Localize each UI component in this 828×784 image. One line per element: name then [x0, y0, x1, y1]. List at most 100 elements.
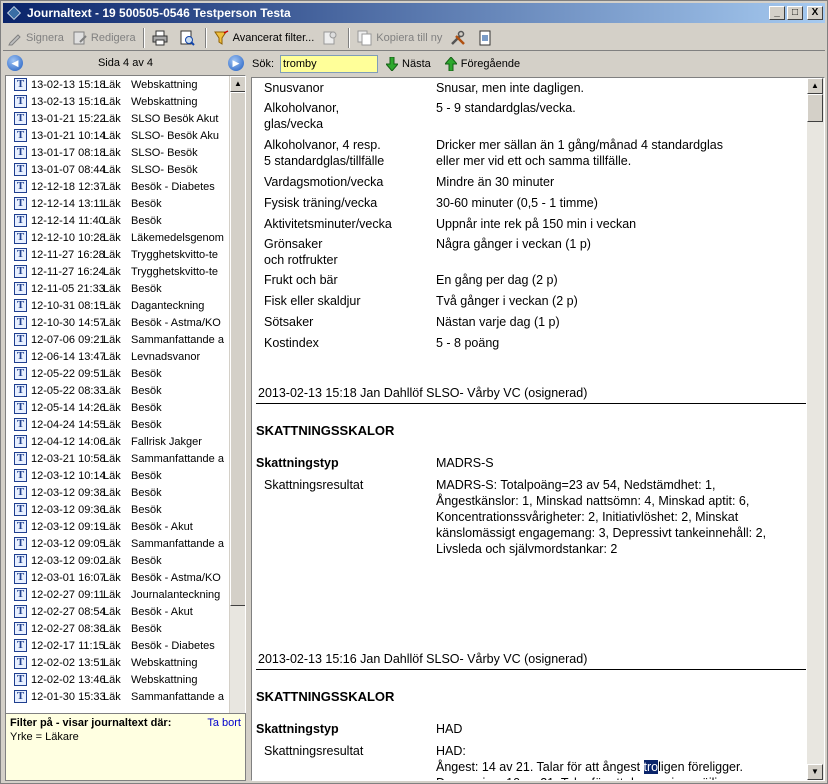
- list-item[interactable]: T 12-03-12 09:05 Läk Sammanfattande a: [6, 535, 245, 552]
- sign-button[interactable]: Signera: [3, 27, 68, 49]
- result-text: ligen föreligger.: [658, 760, 743, 774]
- list-item[interactable]: T 12-12-18 12:37 Läk Besök - Diabetes: [6, 178, 245, 195]
- entry-date: 12-07-06 09:21: [31, 333, 106, 346]
- list-item[interactable]: T 12-10-31 08:15 Läk Daganteckning: [6, 297, 245, 314]
- list-item[interactable]: T 12-03-12 09:38 Läk Besök: [6, 484, 245, 501]
- entry-profession: Läk: [103, 571, 121, 584]
- journal-text-view[interactable]: Snusvanor Snusar, men inte dagligen. Alk…: [251, 77, 825, 781]
- list-item[interactable]: T 12-11-05 21:33 Läk Besök: [6, 280, 245, 297]
- text-document-icon: T: [14, 95, 27, 108]
- list-item[interactable]: T 12-02-27 08:54 Läk Besök - Akut: [6, 603, 245, 620]
- entry-date: 12-05-22 09:51: [31, 367, 106, 380]
- list-item[interactable]: T 13-01-07 08:44 Läk SLSO- Besök: [6, 161, 245, 178]
- result-line: HAD:: [436, 744, 466, 758]
- list-item[interactable]: T 12-02-27 09:11 Läk Journalanteckning: [6, 586, 245, 603]
- list-item[interactable]: T 13-02-13 15:16 Läk Webskattning: [6, 93, 245, 110]
- entry-type: Webskattning: [131, 656, 198, 669]
- arrow-up-icon[interactable]: [444, 57, 457, 71]
- arrow-down-icon[interactable]: [386, 57, 399, 71]
- entry-date: 13-02-13 15:18: [31, 78, 106, 91]
- print-button[interactable]: [148, 27, 175, 49]
- list-item[interactable]: T 12-11-27 16:24 Läk Trygghetskvitto-te: [6, 263, 245, 280]
- text-document-icon: T: [14, 333, 27, 346]
- entry-profession: Läk: [103, 112, 121, 125]
- journal-list[interactable]: T 13-02-13 15:18 Läk Webskattning T 13-02…: [5, 75, 246, 753]
- journal-rows: T 13-02-13 15:18 Läk Webskattning T 13-02…: [6, 76, 245, 705]
- close-button[interactable]: X: [807, 6, 823, 20]
- list-item[interactable]: T 12-10-30 14:57 Läk Besök - Astma/KO: [6, 314, 245, 331]
- list-item[interactable]: T 12-11-27 16:28 Läk Trygghetskvitto-te: [6, 246, 245, 263]
- list-item[interactable]: T 12-04-24 14:55 Läk Besök: [6, 416, 245, 433]
- list-item[interactable]: T 12-05-22 09:51 Läk Besök: [6, 365, 245, 382]
- list-item[interactable]: T 12-12-14 11:40 Läk Besök: [6, 212, 245, 229]
- edit-icon: [73, 31, 87, 44]
- list-scrollbar[interactable]: ▲ ▼: [229, 76, 245, 752]
- section-heading: SKATTNINGSSKALOR: [256, 689, 395, 704]
- list-item[interactable]: T 12-07-06 09:21 Läk Sammanfattande a: [6, 331, 245, 348]
- list-item[interactable]: T 12-02-02 13:46 Läk Webskattning: [6, 671, 245, 688]
- list-item[interactable]: T 12-03-21 10:58 Läk Sammanfattande a: [6, 450, 245, 467]
- text-scrollbar[interactable]: ▲ ▼: [807, 78, 824, 780]
- entry-type: Webskattning: [131, 78, 198, 91]
- export-button[interactable]: [473, 27, 500, 49]
- entry-profession: Läk: [103, 333, 121, 346]
- scroll-thumb[interactable]: [230, 92, 245, 606]
- entry-date: 12-03-12 09:19: [31, 520, 106, 533]
- entry-profession: Läk: [103, 554, 121, 567]
- list-item[interactable]: T 12-01-30 15:33 Läk Sammanfattande a: [6, 688, 245, 705]
- list-item[interactable]: T 12-03-12 09:36 Läk Besök: [6, 501, 245, 518]
- list-item[interactable]: T 12-02-27 08:38 Läk Besök: [6, 620, 245, 637]
- copy-to-new-label: Kopiera till ny: [376, 31, 443, 44]
- advanced-filter-button[interactable]: Avancerat filter...: [210, 27, 319, 49]
- text-document-icon: T: [14, 163, 27, 176]
- list-item[interactable]: T 12-12-14 13:11 Läk Besök: [6, 195, 245, 212]
- entry-date: 12-12-10 10:28: [31, 231, 106, 244]
- list-item[interactable]: T 12-02-02 13:51 Läk Webskattning: [6, 654, 245, 671]
- list-item[interactable]: T 13-01-21 10:14 Läk SLSO- Besök Aku: [6, 127, 245, 144]
- edit-button[interactable]: Redigera: [68, 27, 140, 49]
- list-item[interactable]: T 13-01-17 08:18 Läk SLSO- Besök: [6, 144, 245, 161]
- text-document-icon: T: [14, 639, 27, 652]
- maximize-button[interactable]: □: [787, 6, 803, 20]
- scroll-thumb[interactable]: [807, 94, 823, 122]
- tools-button[interactable]: [446, 27, 473, 49]
- title-bar: Journaltext - 19 500505-0546 Testperson …: [3, 3, 825, 23]
- list-item[interactable]: T 12-12-10 10:28 Läk Läkemedelsgenom: [6, 229, 245, 246]
- minimize-button[interactable]: _: [769, 6, 785, 20]
- previous-match-button[interactable]: Föregående: [461, 58, 520, 70]
- copy-to-new-button[interactable]: Kopiera till ny: [353, 27, 446, 49]
- filter-clear-button[interactable]: [318, 27, 345, 49]
- list-item[interactable]: T 12-03-12 09:02 Läk Besök: [6, 552, 245, 569]
- list-item[interactable]: T 13-02-13 15:18 Läk Webskattning: [6, 76, 245, 93]
- text-document-icon: T: [14, 588, 27, 601]
- list-item[interactable]: T 12-05-14 14:26 Läk Besök: [6, 399, 245, 416]
- list-item[interactable]: T 12-03-12 10:14 Läk Besök: [6, 467, 245, 484]
- list-item[interactable]: T 12-04-12 14:06 Läk Fallrisk Jakger: [6, 433, 245, 450]
- filter-value: Yrke = Läkare: [10, 731, 79, 743]
- lifestyle-key: Aktivitetsminuter/vecka: [264, 217, 392, 231]
- list-item[interactable]: T 12-05-22 08:33 Läk Besök: [6, 382, 245, 399]
- scroll-down-icon[interactable]: ▼: [807, 764, 823, 780]
- previous-page-icon[interactable]: ◀: [7, 55, 23, 71]
- entry-type: Trygghetskvitto-te: [131, 248, 219, 261]
- list-item[interactable]: T 13-01-21 15:22 Läk SLSO Besök Akut: [6, 110, 245, 127]
- list-item[interactable]: T 12-03-01 16:07 Läk Besök - Astma/KO: [6, 569, 245, 586]
- search-input[interactable]: [280, 55, 379, 73]
- entry-type: Daganteckning: [131, 299, 205, 312]
- list-item[interactable]: T 12-06-14 13:47 Läk Levnadsvanor: [6, 348, 245, 365]
- section-heading: SKATTNINGSSKALOR: [256, 423, 395, 438]
- list-item[interactable]: T 12-03-12 09:19 Läk Besök - Akut: [6, 518, 245, 535]
- entry-type: SLSO- Besök: [131, 146, 198, 159]
- list-item[interactable]: T 12-02-17 11:15 Läk Besök - Diabetes: [6, 637, 245, 654]
- entry-type: SLSO Besök Akut: [131, 112, 219, 125]
- next-match-button[interactable]: Nästa: [402, 58, 431, 70]
- entry-type: Besök - Diabetes: [131, 180, 215, 193]
- lifestyle-key: Snusvanor: [264, 81, 324, 95]
- remove-filter-link[interactable]: Ta bort: [207, 717, 241, 729]
- entry-date: 12-03-12 09:36: [31, 503, 106, 516]
- scroll-up-icon[interactable]: ▲: [807, 78, 823, 94]
- preview-button[interactable]: [175, 27, 202, 49]
- sign-label: Signera: [26, 31, 64, 44]
- next-page-icon[interactable]: ▶: [227, 55, 244, 71]
- scroll-up-icon[interactable]: ▲: [230, 76, 245, 92]
